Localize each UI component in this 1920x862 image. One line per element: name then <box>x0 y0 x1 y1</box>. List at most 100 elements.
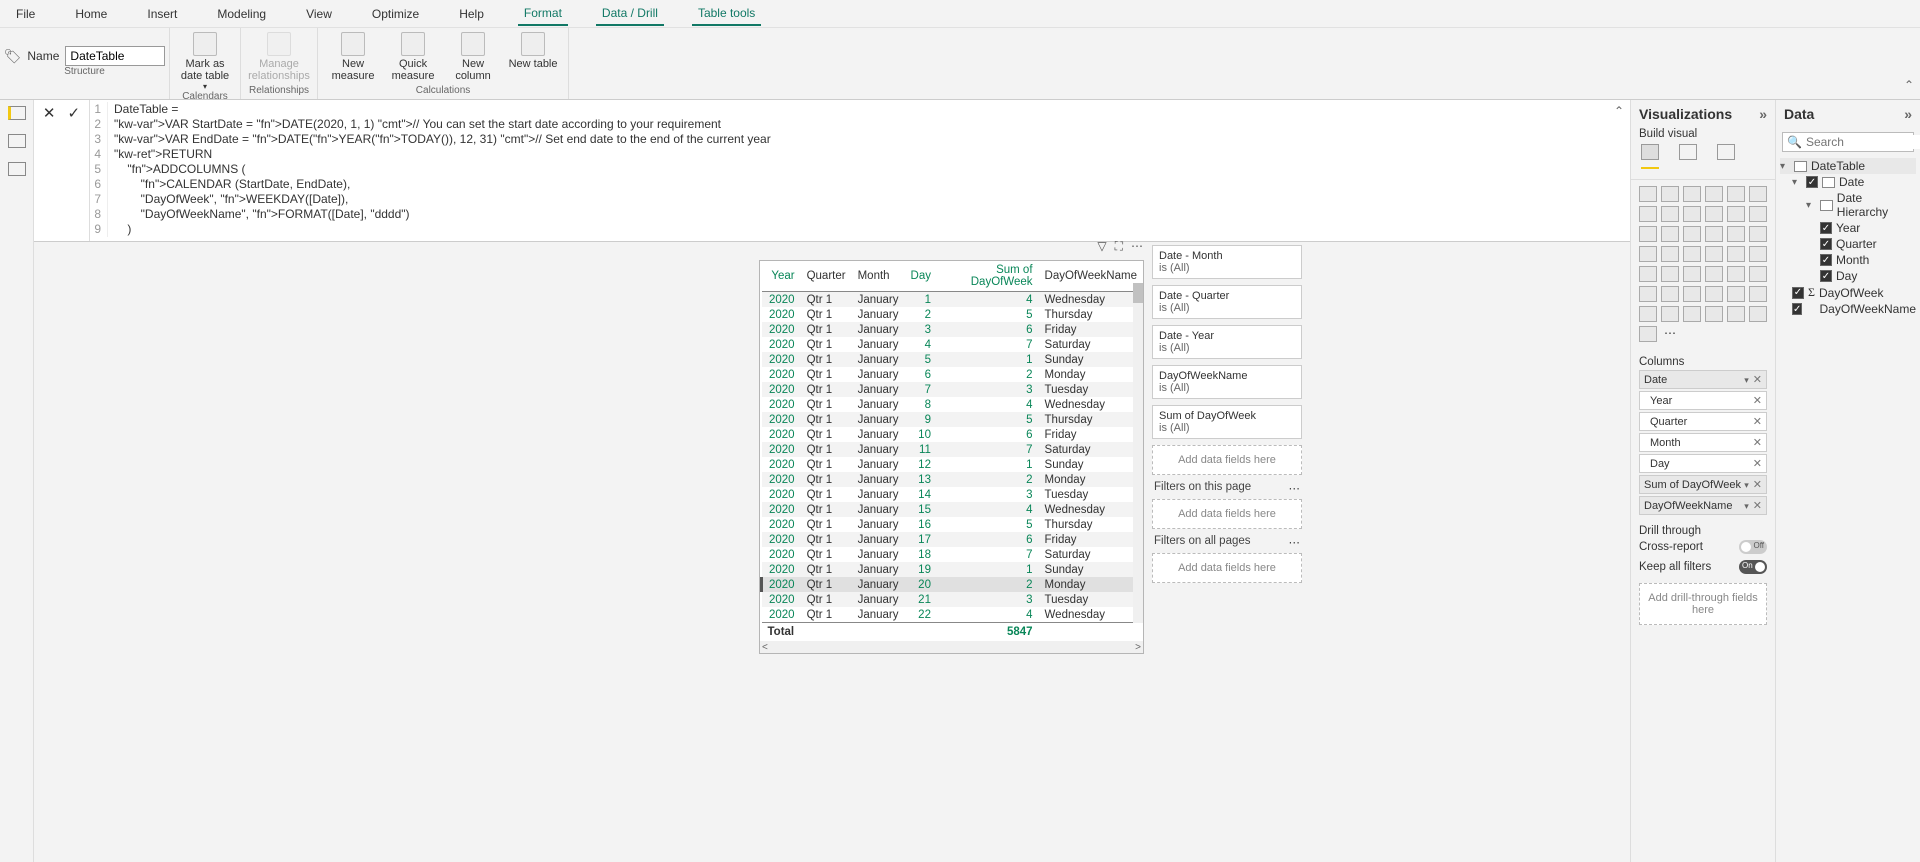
checkbox[interactable]: ✓ <box>1820 238 1832 250</box>
checkbox[interactable]: ✓ <box>1820 254 1832 266</box>
tree-field-year[interactable]: ✓Year <box>1780 220 1916 236</box>
viz-type-button[interactable] <box>1683 246 1701 262</box>
table-row[interactable]: 2020Qtr 1January187Saturday <box>762 547 1144 562</box>
checkbox[interactable]: ✓ <box>1806 176 1818 188</box>
filter-card[interactable]: Sum of DayOfWeekis (All) <box>1152 405 1302 439</box>
filter-card[interactable]: Date - Monthis (All) <box>1152 245 1302 279</box>
tree-table-datetable[interactable]: ▾DateTable <box>1780 158 1916 174</box>
viz-type-button[interactable] <box>1661 206 1679 222</box>
viz-type-button[interactable] <box>1727 186 1745 202</box>
well-quarter[interactable]: Quarter✕ <box>1639 412 1767 431</box>
filter-card[interactable]: Date - Quarteris (All) <box>1152 285 1302 319</box>
viz-type-button[interactable] <box>1749 206 1767 222</box>
checkbox[interactable]: ✓ <box>1820 270 1832 282</box>
tree-field-day[interactable]: ✓Day <box>1780 268 1916 284</box>
viz-type-button[interactable] <box>1683 226 1701 242</box>
quick-measure-button[interactable]: Quick measure <box>386 32 440 82</box>
column-header[interactable]: Year <box>762 261 801 292</box>
vertical-scrollbar[interactable] <box>1133 283 1143 623</box>
viz-type-button[interactable] <box>1749 286 1767 302</box>
table-visual[interactable]: ▽ ⛶ ⋯ YearQuarterMonthDaySum of DayOfWee… <box>759 260 1144 654</box>
model-view-button[interactable] <box>8 162 26 176</box>
viz-type-button[interactable] <box>1727 286 1745 302</box>
table-row[interactable]: 2020Qtr 1January25Thursday <box>762 307 1144 322</box>
viz-type-button[interactable] <box>1705 286 1723 302</box>
menu-insert[interactable]: Insert <box>141 3 183 25</box>
table-row[interactable]: 2020Qtr 1January213Tuesday <box>762 592 1144 607</box>
tree-date-hierarchy[interactable]: ▾Date Hierarchy <box>1780 190 1916 220</box>
filter-icon[interactable]: ▽ <box>1097 239 1106 254</box>
build-visual-tab[interactable] <box>1641 144 1659 169</box>
viz-type-button[interactable] <box>1727 246 1745 262</box>
drill-through-drop-zone[interactable]: Add drill-through fields here <box>1639 583 1767 625</box>
viz-type-button[interactable] <box>1639 186 1657 202</box>
table-row[interactable]: 2020Qtr 1January51Sunday <box>762 352 1144 367</box>
table-row[interactable]: 2020Qtr 1January14Wednesday <box>762 292 1144 308</box>
table-row[interactable]: 2020Qtr 1January154Wednesday <box>762 502 1144 517</box>
formula-collapse-button[interactable]: ⌃ <box>1614 104 1624 119</box>
fields-search[interactable]: 🔍 <box>1782 132 1914 152</box>
table-row[interactable]: 2020Qtr 1January62Monday <box>762 367 1144 382</box>
remove-icon[interactable]: ✕ <box>1753 500 1762 512</box>
tree-field-date[interactable]: ▾✓Date <box>1780 174 1916 190</box>
well-day[interactable]: Day✕ <box>1639 454 1767 473</box>
new-table-button[interactable]: New table <box>506 32 560 70</box>
mark-as-date-table-button[interactable]: Mark as date table ▾ <box>178 32 232 91</box>
table-row[interactable]: 2020Qtr 1January73Tuesday <box>762 382 1144 397</box>
visual-filters-drop-zone[interactable]: Add data fields here <box>1152 445 1302 475</box>
viz-type-button[interactable] <box>1749 226 1767 242</box>
filter-card[interactable]: Date - Yearis (All) <box>1152 325 1302 359</box>
filter-card[interactable]: DayOfWeekNameis (All) <box>1152 365 1302 399</box>
viz-type-button[interactable] <box>1639 266 1657 282</box>
viz-type-button[interactable] <box>1683 206 1701 222</box>
viz-type-button[interactable] <box>1661 286 1679 302</box>
viz-type-button[interactable] <box>1639 206 1657 222</box>
menu-data-drill[interactable]: Data / Drill <box>596 2 664 26</box>
formula-commit-button[interactable]: ✓ <box>68 104 81 122</box>
column-header[interactable]: DayOfWeekName <box>1039 261 1143 292</box>
viz-type-button[interactable] <box>1705 226 1723 242</box>
table-row[interactable]: 2020Qtr 1January202Monday <box>762 577 1144 592</box>
viz-type-button[interactable] <box>1705 306 1723 322</box>
table-row[interactable]: 2020Qtr 1January121Sunday <box>762 457 1144 472</box>
viz-type-button[interactable] <box>1639 326 1657 342</box>
well-month[interactable]: Month✕ <box>1639 433 1767 452</box>
viz-type-button[interactable] <box>1661 306 1679 322</box>
more-options-icon[interactable]: ⋯ <box>1131 239 1143 254</box>
well-sum-dayofweek[interactable]: Sum of DayOfWeek▾✕ <box>1639 475 1767 494</box>
viz-type-button[interactable] <box>1727 206 1745 222</box>
formula-cancel-button[interactable]: ✕ <box>43 104 56 122</box>
viz-type-button[interactable] <box>1727 306 1745 322</box>
viz-type-button[interactable] <box>1639 226 1657 242</box>
menu-optimize[interactable]: Optimize <box>366 3 425 25</box>
table-row[interactable]: 2020Qtr 1January191Sunday <box>762 562 1144 577</box>
menu-modeling[interactable]: Modeling <box>211 3 272 25</box>
checkbox[interactable]: ✓ <box>1792 303 1802 315</box>
cross-report-toggle[interactable]: Off <box>1739 540 1767 554</box>
column-header[interactable]: Sum of DayOfWeek <box>937 261 1039 292</box>
viz-type-button[interactable] <box>1749 306 1767 322</box>
viz-type-button[interactable] <box>1727 226 1745 242</box>
viz-type-button[interactable] <box>1661 186 1679 202</box>
new-measure-button[interactable]: New measure <box>326 32 380 82</box>
menu-table-tools[interactable]: Table tools <box>692 2 761 26</box>
viz-type-button[interactable] <box>1749 266 1767 282</box>
fields-search-input[interactable] <box>1806 135 1920 149</box>
remove-icon[interactable]: ✕ <box>1753 374 1762 386</box>
data-view-button[interactable] <box>8 134 26 148</box>
table-row[interactable]: 2020Qtr 1January106Friday <box>762 427 1144 442</box>
remove-icon[interactable]: ✕ <box>1753 479 1762 491</box>
viz-type-button[interactable] <box>1639 306 1657 322</box>
viz-type-button[interactable] <box>1705 266 1723 282</box>
viz-type-button[interactable] <box>1705 206 1723 222</box>
menu-format[interactable]: Format <box>518 2 568 26</box>
menu-file[interactable]: File <box>10 3 41 25</box>
tree-field-month[interactable]: ✓Month <box>1780 252 1916 268</box>
viz-type-button[interactable] <box>1639 246 1657 262</box>
tree-field-dayofweek[interactable]: ✓ΣDayOfWeek <box>1780 284 1916 301</box>
viz-type-button[interactable] <box>1661 246 1679 262</box>
viz-type-button[interactable] <box>1727 266 1745 282</box>
remove-icon[interactable]: ✕ <box>1753 457 1762 470</box>
viz-type-button[interactable] <box>1705 246 1723 262</box>
remove-icon[interactable]: ✕ <box>1753 436 1762 449</box>
